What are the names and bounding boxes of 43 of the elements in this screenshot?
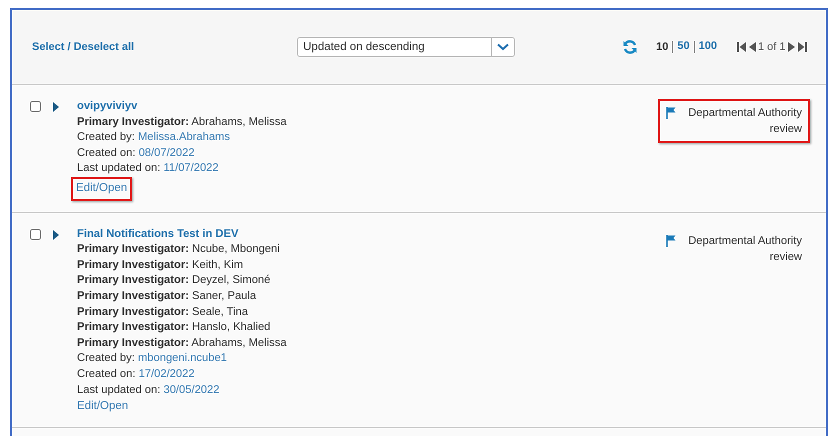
status-label: Departmental Authority review xyxy=(658,99,810,143)
date-value: 30/05/2022 xyxy=(163,384,220,396)
record-title-link[interactable]: Final Notifications Test in DEV xyxy=(77,226,658,242)
date-value: 08/07/2022 xyxy=(138,146,195,159)
investigator-line: Primary Investigator: Abrahams, Melissa xyxy=(77,114,288,130)
expand-icon[interactable] xyxy=(53,230,59,240)
field-label: Created on: xyxy=(77,146,136,159)
status-label: Departmental Authority review xyxy=(658,226,810,271)
investigator-line: Primary Investigator: Keith, Kim xyxy=(77,258,244,273)
sort-dropdown[interactable]: Updated on descending xyxy=(297,37,516,57)
record-checkbox[interactable] xyxy=(30,228,41,240)
last-page-icon[interactable] xyxy=(796,42,807,52)
date-value: 11/07/2022 xyxy=(163,162,219,174)
page-size-link[interactable]: 10 xyxy=(656,41,668,53)
investigator-line: Primary Investigator: Ncube, Mbongeni xyxy=(77,242,281,258)
creator-link[interactable]: mbongeni.ncube1 xyxy=(138,352,227,364)
select-all-link[interactable]: Select / Deselect all xyxy=(32,41,134,53)
record-checkbox[interactable] xyxy=(30,101,41,112)
flag-icon xyxy=(666,107,676,119)
flag-icon xyxy=(666,234,676,247)
edit-open-link[interactable]: Edit/Open xyxy=(71,176,132,201)
investigator-line: Primary Investigator: Abrahams, Melissa xyxy=(77,336,288,351)
field-label: Created on: xyxy=(77,368,136,380)
field-label: Created by: xyxy=(77,352,135,364)
investigator-line: Primary Investigator: Seale, Tina xyxy=(77,304,250,320)
page-indicator: 1 of 1 xyxy=(758,41,786,53)
expand-icon[interactable] xyxy=(53,102,59,112)
refresh-icon[interactable] xyxy=(622,39,638,55)
field-label: Last updated on: xyxy=(77,384,160,396)
creator-link[interactable]: Melissa.Abrahams xyxy=(138,131,230,144)
page-size-link[interactable]: 100 xyxy=(694,41,717,53)
previous-page-icon[interactable] xyxy=(748,42,756,52)
investigator-line: Primary Investigator: Deyzel, Simoné xyxy=(77,273,272,288)
next-page-icon[interactable] xyxy=(788,42,795,52)
page-size-link[interactable]: 50 xyxy=(672,41,690,53)
record-title-link[interactable]: ovipyviviyv xyxy=(77,99,658,115)
edit-open-link[interactable]: Edit/Open xyxy=(74,398,132,416)
date-value: 17/02/2022 xyxy=(138,368,195,380)
field-label: Created by: xyxy=(77,131,135,144)
field-label: Last updated on: xyxy=(77,162,160,174)
first-page-icon[interactable] xyxy=(736,42,747,52)
investigator-line: Primary Investigator: Hanslo, Khalied xyxy=(77,320,272,336)
investigator-line: Primary Investigator: Saner, Paula xyxy=(77,288,258,304)
